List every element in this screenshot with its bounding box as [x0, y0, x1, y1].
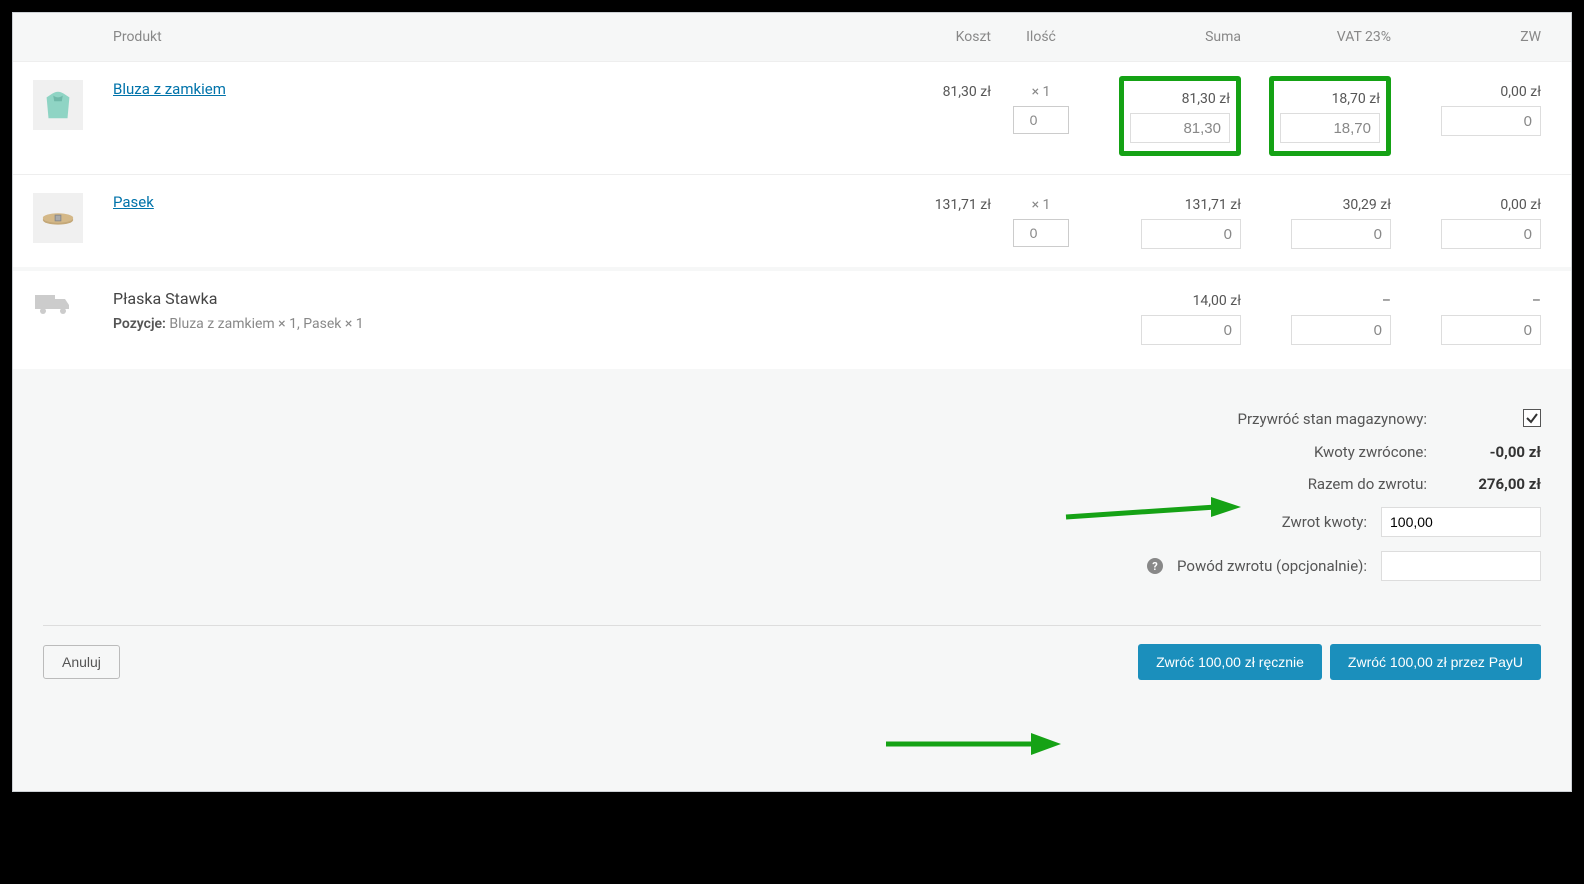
help-icon[interactable]: ? — [1147, 558, 1163, 574]
annotation-arrow-icon — [1061, 495, 1241, 525]
sum-input[interactable] — [1141, 219, 1241, 249]
vat-label: 30,29 zł — [1241, 193, 1391, 213]
header-product: Produkt — [113, 29, 871, 45]
belt-icon — [39, 199, 77, 237]
qty-label: × 1 — [991, 193, 1091, 213]
zw-label: 0,00 zł — [1391, 80, 1541, 100]
ship-zw-input[interactable] — [1441, 315, 1541, 345]
refund-reason-label: Powód zwrotu (opcjonalnie): — [1177, 557, 1367, 575]
qty-input[interactable] — [1013, 219, 1069, 247]
ship-vat-label: – — [1241, 289, 1391, 309]
product-link[interactable]: Pasek — [113, 193, 154, 211]
vat-input[interactable] — [1291, 219, 1391, 249]
refund-manual-button[interactable]: Zwróć 100,00 zł ręcznie — [1138, 644, 1322, 680]
product-link[interactable]: Bluza z zamkiem — [113, 80, 226, 98]
total-refund-value: 276,00 zł — [1441, 475, 1541, 493]
zw-label: 0,00 zł — [1391, 193, 1541, 213]
sum-label: 81,30 zł — [1130, 87, 1230, 107]
table-header: Produkt Koszt Ilość Suma VAT 23% ZW — [13, 13, 1571, 61]
line-item: Bluza z zamkiem 81,30 zł × 1 81,30 zł 18… — [13, 61, 1571, 174]
ship-zw-label: – — [1391, 289, 1541, 309]
ship-sum-input[interactable] — [1141, 315, 1241, 345]
zw-input[interactable] — [1441, 106, 1541, 136]
ship-sum-label: 14,00 zł — [1091, 289, 1241, 309]
refund-panel: Produkt Koszt Ilość Suma VAT 23% ZW Bluz… — [12, 12, 1572, 792]
refund-amount-label: Zwrot kwoty: — [1282, 513, 1367, 531]
shipping-items: Pozycje: Bluza z zamkiem × 1, Pasek × 1 — [113, 316, 991, 332]
header-cost: Koszt — [871, 29, 991, 45]
restock-label: Przywróć stan magazynowy: — [1237, 410, 1427, 428]
shipping-row: Płaska Stawka Pozycje: Bluza z zamkiem ×… — [13, 267, 1571, 369]
qty-input[interactable] — [1013, 106, 1069, 134]
refunded-value: -0,00 zł — [1441, 443, 1541, 461]
qty-label: × 1 — [991, 80, 1091, 100]
zw-input[interactable] — [1441, 219, 1541, 249]
totals-block: Przywróć stan magazynowy: Kwoty zwrócone… — [13, 409, 1571, 615]
annotation-arrow-icon — [881, 729, 1061, 759]
refund-payu-button[interactable]: Zwróć 100,00 zł przez PayU — [1330, 644, 1541, 680]
vat-label: 18,70 zł — [1280, 87, 1380, 107]
line-item: Pasek 131,71 zł × 1 131,71 zł 30,29 zł 0… — [13, 174, 1571, 267]
total-refund-label: Razem do zwrotu: — [1308, 475, 1427, 493]
truck-icon — [33, 289, 73, 319]
header-sum: Suma — [1091, 29, 1241, 45]
vat-input[interactable] — [1280, 113, 1380, 143]
item-cost: 81,30 zł — [871, 80, 991, 100]
footer-actions: Anuluj Zwróć 100,00 zł ręcznie Zwróć 100… — [13, 626, 1571, 704]
cancel-button[interactable]: Anuluj — [43, 645, 120, 679]
shipping-name: Płaska Stawka — [113, 289, 991, 308]
header-qty: Ilość — [991, 29, 1091, 45]
refunded-label: Kwoty zwrócone: — [1314, 443, 1427, 461]
sum-label: 131,71 zł — [1091, 193, 1241, 213]
product-thumbnail — [33, 193, 83, 243]
header-vat: VAT 23% — [1241, 29, 1391, 45]
hoodie-icon — [39, 86, 77, 124]
refund-reason-input[interactable] — [1381, 551, 1541, 581]
ship-vat-input[interactable] — [1291, 315, 1391, 345]
item-cost: 131,71 zł — [871, 193, 991, 213]
restock-checkbox[interactable] — [1523, 409, 1541, 427]
refund-amount-input[interactable] — [1381, 507, 1541, 537]
header-zw: ZW — [1391, 29, 1541, 45]
product-thumbnail — [33, 80, 83, 130]
sum-input[interactable] — [1130, 113, 1230, 143]
